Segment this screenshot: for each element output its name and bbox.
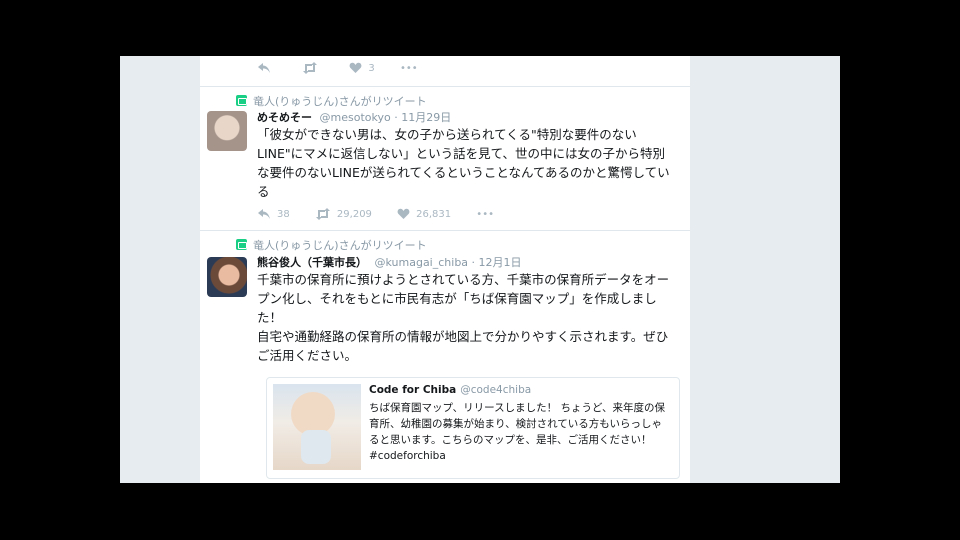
like-button[interactable]: 3 [349,62,375,74]
bottle-photo [301,430,331,464]
more-icon: ••• [476,208,494,220]
more-button[interactable]: ••• [476,209,494,220]
like-button[interactable]: 26,831 [397,208,451,220]
heart-icon [397,208,410,219]
tweet-1[interactable]: 竜人(りゅうじん)さんがリツイート めそめそー @mesotokyo · 11月… [200,87,690,231]
retweet-context-icon [236,239,247,250]
tweet-text: 千葉市の保育所に預けようとされている方、千葉市の保育所データをオープン化し、それ… [257,272,670,363]
card-author-name[interactable]: Code for Chiba [369,384,456,396]
reply-icon [258,209,270,219]
tweet-header: めそめそー @mesotokyo · 11月29日 [257,109,451,125]
more-button[interactable]: ••• [400,63,418,74]
browser-viewport: 3 ••• 竜人(りゅうじん)さんがリツイート めそめそー @mesotokyo… [120,56,840,483]
retweet-icon [303,62,318,74]
reply-button[interactable]: 38 [257,208,290,220]
timeline: 3 ••• 竜人(りゅうじん)さんがリツイート めそめそー @mesotokyo… [200,56,690,483]
author-name[interactable]: めそめそー [257,111,312,124]
tweet-partial: 3 ••• [200,56,690,87]
avatar[interactable] [207,111,247,151]
heart-icon [349,62,362,73]
retweet-button[interactable]: 29,209 [315,208,372,220]
card-author-handle[interactable]: @code4chiba [460,384,531,396]
more-icon: ••• [399,62,418,74]
tweet-date[interactable]: 12月1日 [479,256,522,269]
separator: · [471,256,476,269]
tweet-header: 熊谷俊人（千葉市長） @kumagai_chiba · 12月1日 [257,254,522,270]
retweet-context: 竜人(りゅうじん)さんがリツイート [236,237,427,253]
avatar[interactable] [207,257,247,297]
author-name[interactable]: 熊谷俊人（千葉市長） [257,256,367,269]
author-handle[interactable]: @kumagai_chiba [375,256,469,269]
author-handle[interactable]: @mesotokyo [320,111,391,124]
tweet-text: 「彼女ができない男は、女の子から送られてくる"特別な要件のないLINE"にマメに… [257,127,670,199]
card-thumbnail[interactable] [273,384,361,470]
reply-icon [258,63,270,73]
separator: · [394,111,398,124]
quoted-tweet-card[interactable]: Code for Chiba @code4chiba ちば保育園マップ、リリースし… [266,377,680,479]
retweet-button[interactable] [302,62,324,74]
reply-button[interactable] [257,62,277,74]
card-header: Code for Chiba @code4chiba [369,384,531,396]
card-text: ちば保育園マップ、リリースしました！ ちょうど、来年度の保育所、幼稚園の募集が始… [369,402,665,462]
retweet-context: 竜人(りゅうじん)さんがリツイート [236,93,427,109]
tweet-actions: 3 ••• [257,62,440,76]
tweet-2[interactable]: 竜人(りゅうじん)さんがリツイート 熊谷俊人（千葉市長） @kumagai_ch… [200,233,690,483]
retweet-icon [315,208,330,220]
retweet-context-icon [236,95,247,106]
tweet-date[interactable]: 11月29日 [401,111,451,124]
tweet-actions: 38 29,209 26,831 ••• [257,208,516,222]
